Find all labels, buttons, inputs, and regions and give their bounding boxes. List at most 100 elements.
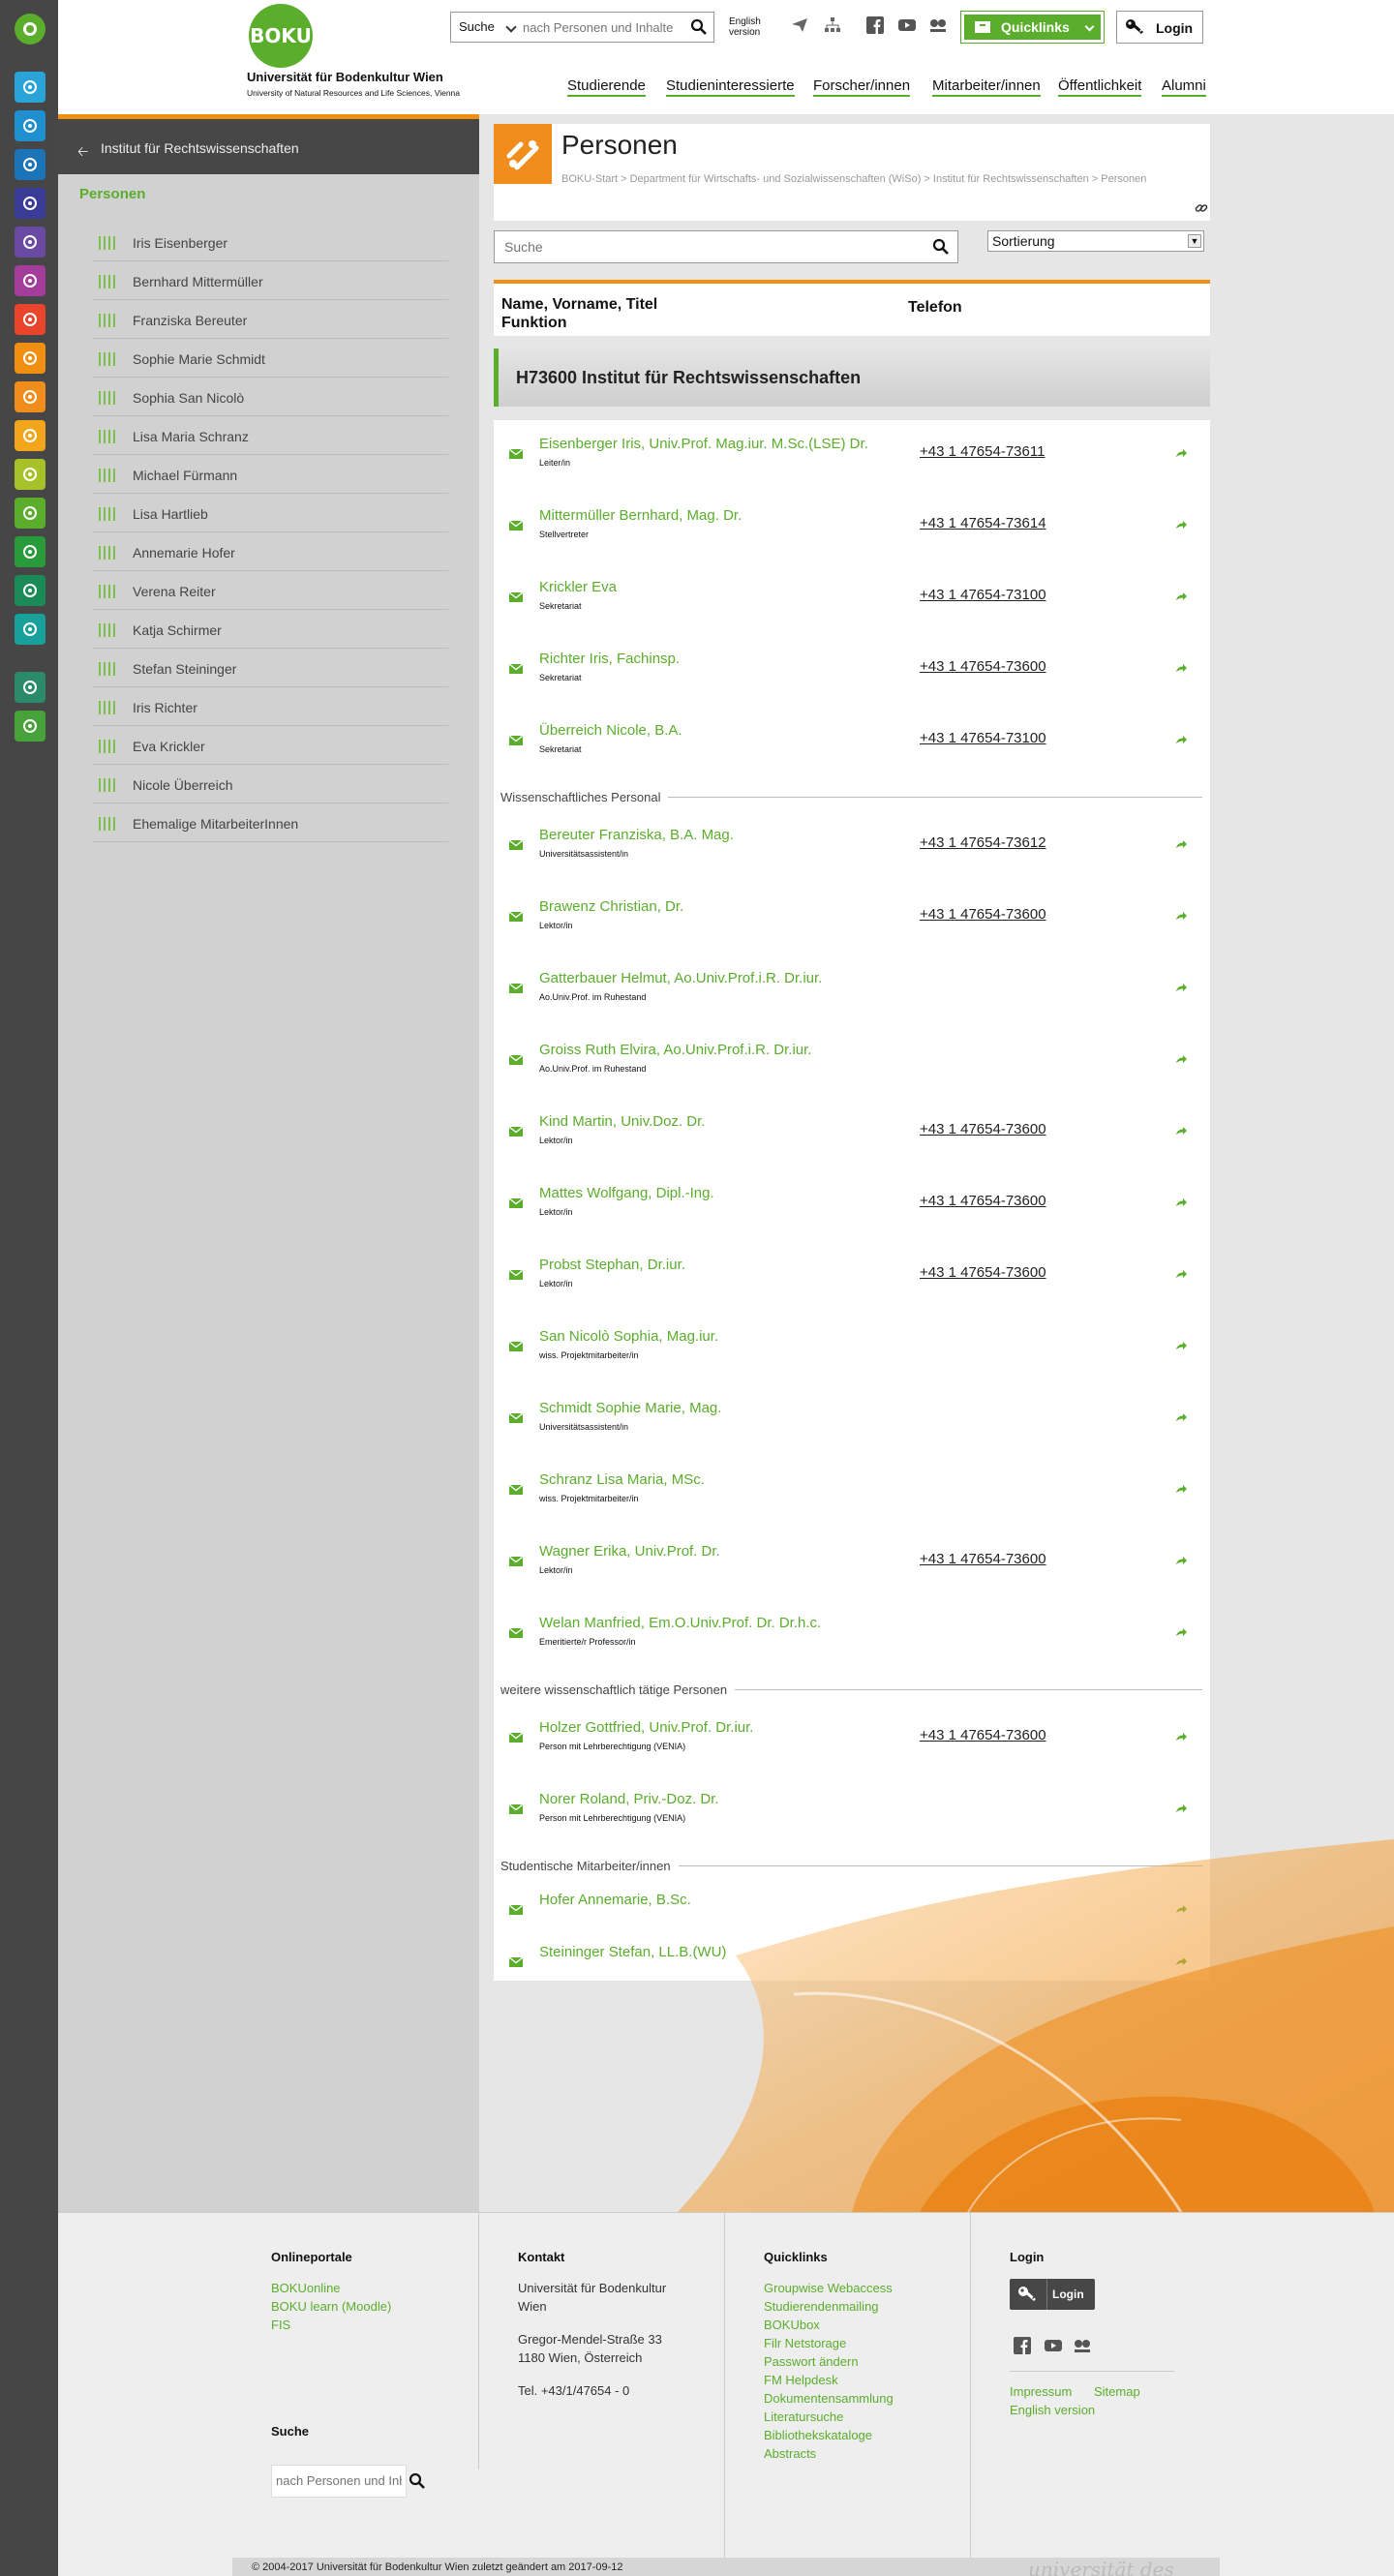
share-icon[interactable] — [1175, 1195, 1187, 1212]
rail-icon-4[interactable] — [15, 188, 45, 219]
sidebar-item[interactable]: Eva Krickler — [92, 726, 448, 765]
footer-quicklink[interactable]: Filr Netstorage — [764, 2334, 846, 2352]
footer-quicklink[interactable]: Passwort ändern — [764, 2352, 859, 2371]
facebook-icon[interactable] — [866, 16, 884, 34]
person-phone-link[interactable]: +43 1 47654-73100 — [920, 730, 1046, 746]
footer-portal-link[interactable]: BOKUonline — [271, 2279, 341, 2297]
nav-studierende[interactable]: Studierende — [567, 77, 646, 97]
sitemap-link[interactable]: Sitemap — [1094, 2382, 1140, 2401]
quicklinks-button[interactable]: Quicklinks — [960, 11, 1105, 44]
person-name-link[interactable]: Krickler Eva — [539, 579, 617, 595]
rail-icon-14[interactable] — [15, 575, 45, 606]
rail-icon-1[interactable] — [15, 72, 45, 103]
share-icon[interactable] — [1175, 445, 1187, 463]
mail-icon[interactable] — [508, 909, 524, 926]
nav-studieninteressierte[interactable]: Studieninteressierte — [666, 77, 795, 97]
sidebar-item[interactable]: Iris Eisenberger — [92, 223, 448, 261]
person-name-link[interactable]: Überreich Nicole, B.A. — [539, 722, 682, 739]
person-name-link[interactable]: Hofer Annemarie, B.Sc. — [539, 1892, 691, 1908]
sidebar-item[interactable]: Iris Richter — [92, 687, 448, 726]
mail-icon[interactable] — [508, 1955, 524, 1972]
boku-logo[interactable]: BOKU — [249, 4, 313, 68]
mail-icon[interactable] — [508, 661, 524, 679]
footer-quicklink[interactable]: FM Helpdesk — [764, 2371, 838, 2389]
person-name-link[interactable]: Richter Iris, Fachinsp. — [539, 651, 680, 667]
person-phone-link[interactable]: +43 1 47654-73100 — [920, 587, 1046, 603]
rail-icon-13[interactable] — [15, 536, 45, 567]
mail-icon[interactable] — [508, 733, 524, 750]
search-icon[interactable] — [409, 2472, 426, 2495]
sidebar-item[interactable]: Lisa Hartlieb — [92, 494, 448, 532]
nav-alumni[interactable]: Alumni — [1162, 77, 1206, 97]
mail-icon[interactable] — [508, 1339, 524, 1356]
share-icon[interactable] — [1175, 836, 1187, 854]
person-name-link[interactable]: Welan Manfried, Em.O.Univ.Prof. Dr. Dr.h… — [539, 1615, 821, 1631]
rail-icon-3[interactable] — [15, 149, 45, 180]
person-name-link[interactable]: Groiss Ruth Elvira, Ao.Univ.Prof.i.R. Dr… — [539, 1042, 811, 1058]
footer-quicklink[interactable]: Dokumentensammlung — [764, 2389, 894, 2408]
person-name-link[interactable]: Kind Martin, Univ.Doz. Dr. — [539, 1113, 705, 1130]
person-name-link[interactable]: Wagner Erika, Univ.Prof. Dr. — [539, 1543, 720, 1560]
search-scope-select[interactable]: Suche — [451, 13, 521, 42]
share-icon[interactable] — [1175, 517, 1187, 534]
footer-search-input[interactable] — [276, 2473, 402, 2488]
person-name-link[interactable]: Mattes Wolfgang, Dipl.-Ing. — [539, 1185, 714, 1201]
footer-quicklink[interactable]: Studierendenmailing — [764, 2297, 879, 2316]
sidebar-item[interactable]: Verena Reiter — [92, 571, 448, 610]
rail-icon-16[interactable] — [15, 672, 45, 703]
mail-icon[interactable] — [508, 1124, 524, 1141]
mail-icon[interactable] — [508, 1554, 524, 1571]
footer-quicklink[interactable]: Groupwise Webaccess — [764, 2279, 893, 2297]
rail-icon-6[interactable] — [15, 265, 45, 296]
footer-quicklink[interactable]: Abstracts — [764, 2444, 816, 2463]
person-name-link[interactable]: San Nicolò Sophia, Mag.iur. — [539, 1328, 718, 1345]
youtube-icon[interactable] — [898, 16, 916, 34]
share-icon[interactable] — [1175, 1051, 1187, 1069]
mail-icon[interactable] — [508, 1730, 524, 1747]
mail-icon[interactable] — [508, 1410, 524, 1428]
mail-icon[interactable] — [508, 446, 524, 464]
person-phone-link[interactable]: +43 1 47654-73600 — [920, 658, 1046, 675]
share-icon[interactable] — [1175, 980, 1187, 997]
mail-icon[interactable] — [508, 1052, 524, 1070]
share-icon[interactable] — [1175, 1553, 1187, 1570]
mail-icon[interactable] — [508, 1482, 524, 1500]
person-name-link[interactable]: Mittermüller Bernhard, Mag. Dr. — [539, 507, 742, 524]
share-icon[interactable] — [1175, 660, 1187, 678]
share-icon[interactable] — [1175, 732, 1187, 749]
rail-icon-5[interactable] — [15, 227, 45, 258]
rail-icon-7[interactable] — [15, 304, 45, 335]
person-phone-link[interactable]: +43 1 47654-73614 — [920, 515, 1046, 531]
boku-home-icon[interactable] — [15, 14, 45, 45]
english-version-link[interactable]: English version — [1010, 2401, 1095, 2419]
person-name-link[interactable]: Bereuter Franziska, B.A. Mag. — [539, 827, 734, 843]
sidebar-item[interactable]: Lisa Maria Schranz — [92, 416, 448, 455]
sidebar-item[interactable]: Katja Schirmer — [92, 610, 448, 649]
impressum-link[interactable]: Impressum — [1010, 2382, 1072, 2401]
sidebar-item[interactable]: Franziska Bereuter — [92, 300, 448, 339]
person-name-link[interactable]: Brawenz Christian, Dr. — [539, 898, 683, 915]
flickr-icon[interactable] — [1074, 2337, 1091, 2359]
sort-select[interactable]: Sortierung ▼ — [987, 230, 1204, 252]
mail-icon[interactable] — [508, 1196, 524, 1213]
people-search-input[interactable] — [504, 237, 911, 257]
send-icon[interactable] — [791, 16, 808, 34]
header-search-input[interactable] — [523, 16, 687, 38]
nav-oeffentlichkeit[interactable]: Öffentlichkeit — [1058, 77, 1142, 97]
sitemap-icon[interactable] — [824, 16, 841, 34]
sidebar-item[interactable]: Annemarie Hofer — [92, 532, 448, 571]
person-name-link[interactable]: Eisenberger Iris, Univ.Prof. Mag.iur. M.… — [539, 436, 868, 452]
search-icon[interactable] — [690, 18, 708, 41]
sidebar-item[interactable]: Sophia San Nicolò — [92, 378, 448, 416]
nav-forscher[interactable]: Forscher/innen — [813, 77, 911, 97]
person-phone-link[interactable]: +43 1 47654-73612 — [920, 834, 1046, 851]
share-icon[interactable] — [1175, 1729, 1187, 1746]
footer-quicklink[interactable]: BOKUbox — [764, 2316, 820, 2334]
sidebar-item[interactable]: Michael Fürmann — [92, 455, 448, 494]
search-icon[interactable] — [932, 238, 950, 260]
person-name-link[interactable]: Probst Stephan, Dr.iur. — [539, 1257, 685, 1273]
footer-portal-link[interactable]: FIS — [271, 2316, 290, 2334]
share-icon[interactable] — [1175, 1123, 1187, 1140]
sidebar-item[interactable]: Sophie Marie Schmidt — [92, 339, 448, 378]
mail-icon[interactable] — [508, 518, 524, 535]
